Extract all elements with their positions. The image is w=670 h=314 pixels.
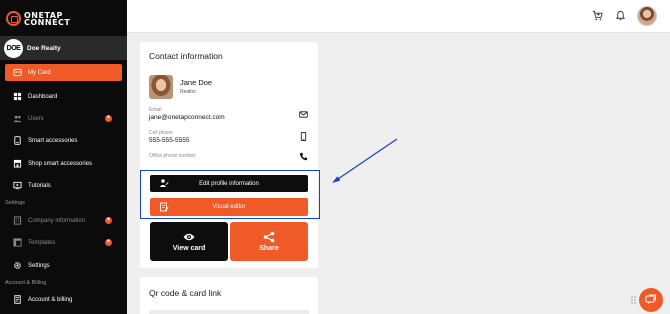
sidebar: ONETAP CONNECT DOE Doe Realty My Card Da…: [0, 0, 127, 314]
contact-card-title: Contact information: [149, 51, 223, 61]
section-label-settings: Settings: [5, 200, 25, 206]
plus-badge-icon: +: [105, 115, 112, 122]
cell-phone-label: Cell phone: [149, 130, 173, 136]
sidebar-item-label: Account & billing: [28, 296, 73, 303]
sidebar-item-company-information[interactable]: Company information +: [5, 212, 122, 229]
sidebar-item-tutorials[interactable]: Tutorials: [5, 177, 122, 194]
sidebar-item-label: Tutorials: [28, 182, 51, 189]
sidebar-item-label: Users: [28, 115, 44, 122]
sidebar-item-templates[interactable]: Templates +: [5, 234, 122, 251]
person-avatar: [149, 75, 173, 99]
share-icon: [263, 231, 275, 243]
email-label: Email: [149, 107, 162, 113]
highlight-box: [140, 170, 320, 219]
mobile-phone-icon: [299, 132, 308, 141]
gear-icon: [13, 261, 22, 270]
sidebar-item-users[interactable]: Users +: [5, 110, 122, 127]
onetap-logo[interactable]: ONETAP CONNECT: [6, 11, 70, 26]
view-card-label: View card: [172, 245, 206, 252]
person-role: Realtor: [180, 89, 197, 95]
email-value: jane@onetapconnect.com: [149, 114, 225, 121]
section-label-account: Account & Billing: [5, 280, 47, 286]
chat-button[interactable]: [639, 288, 663, 312]
office-phone-label: Office phone number: [149, 153, 196, 159]
tutorials-icon: [13, 181, 22, 190]
org-avatar: DOE: [4, 38, 23, 58]
sidebar-item-label: My Card: [28, 69, 51, 76]
person-name: Jane Doe: [180, 78, 213, 87]
sidebar-item-shop[interactable]: Shop smart accessories: [5, 155, 122, 172]
qr-card-content: [149, 310, 309, 314]
view-card-button[interactable]: View card: [150, 222, 228, 261]
contact-card: Contact information Jane Doe Realtor Ema…: [140, 42, 318, 268]
sidebar-item-label: Smart accessories: [28, 137, 78, 144]
org-switcher[interactable]: DOE Doe Realty: [0, 36, 127, 60]
sidebar-item-label: Company information: [28, 217, 86, 224]
sidebar-item-label: Templates: [28, 239, 56, 246]
drag-handle-icon[interactable]: [631, 296, 636, 304]
share-label: Share: [259, 245, 279, 252]
org-name: Doe Realty: [27, 44, 61, 52]
sidebar-item-my-card[interactable]: My Card: [5, 64, 122, 81]
profile-avatar[interactable]: [637, 6, 657, 26]
shop-icon: [13, 159, 22, 168]
sidebar-item-label: Dashboard: [28, 93, 58, 100]
chat-icon: [645, 294, 657, 306]
qr-card: Qr code & card link: [140, 277, 318, 314]
dashboard-icon: [13, 92, 22, 101]
company-icon: [13, 216, 22, 225]
users-icon: [13, 114, 22, 123]
cart-icon[interactable]: [592, 10, 603, 21]
logo-mark-icon: [6, 11, 21, 26]
top-bar: [127, 0, 670, 33]
cell-phone-value: 555-555-5555: [149, 137, 190, 144]
sidebar-item-label: Settings: [28, 262, 50, 269]
billing-icon: [13, 295, 22, 304]
mail-icon: [299, 110, 308, 119]
accessories-icon: [13, 136, 22, 145]
sidebar-item-label: Shop smart accessories: [28, 160, 93, 167]
plus-badge-icon: +: [105, 217, 112, 224]
sidebar-item-dashboard[interactable]: Dashboard: [5, 88, 122, 105]
plus-badge-icon: +: [105, 239, 112, 246]
qr-card-title: Qr code & card link: [149, 288, 222, 298]
eye-icon: [183, 231, 195, 243]
phone-icon: [299, 152, 308, 161]
card-icon: [13, 68, 22, 77]
templates-icon: [13, 238, 22, 247]
logo-text: ONETAP CONNECT: [24, 10, 71, 27]
bell-icon[interactable]: [615, 10, 626, 21]
sidebar-item-smart-accessories[interactable]: Smart accessories: [5, 132, 122, 149]
sidebar-item-account-billing[interactable]: Account & billing: [5, 291, 122, 308]
sidebar-item-settings[interactable]: Settings: [5, 257, 122, 274]
share-button[interactable]: Share: [230, 222, 308, 261]
